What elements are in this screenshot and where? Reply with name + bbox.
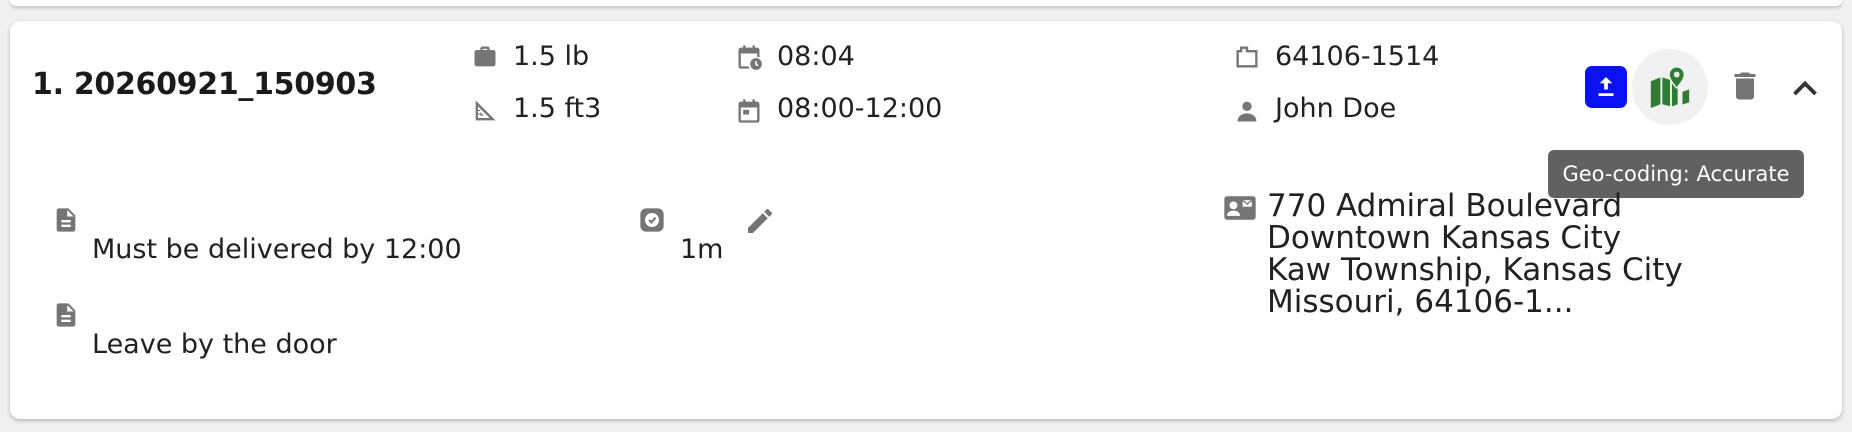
geocoding-map-button[interactable]: [1632, 49, 1708, 125]
clock-check-icon: [638, 206, 666, 234]
address-line: Kaw Township, Kansas City: [1267, 252, 1683, 288]
calendar-icon: [735, 97, 763, 125]
document-icon: [52, 206, 80, 234]
stop-title: 1. 20260921_150903: [32, 67, 377, 102]
stop-address: 770 Admiral Boulevard Downtown Kansas Ci…: [1267, 190, 1683, 318]
map-pin-icon: [1650, 66, 1690, 109]
customer-name: John Doe: [1275, 93, 1397, 124]
address-line: Missouri, 64106-1...: [1267, 284, 1574, 320]
upload-button[interactable]: [1585, 66, 1627, 108]
chevron-up-icon: [1793, 80, 1817, 96]
weight-value: 1.5 lb: [513, 41, 590, 72]
note-text: Leave by the door: [92, 329, 337, 360]
stop-card: 1. 20260921_150903 1.5 lb 1.5 ft3 08:04 …: [10, 21, 1842, 419]
pencil-icon[interactable]: [744, 205, 776, 237]
set-square-icon: [471, 97, 499, 125]
upload-icon: [1598, 77, 1614, 96]
contact-card-icon: [1223, 193, 1257, 223]
address-line: Downtown Kansas City: [1267, 220, 1622, 256]
trash-icon: [1734, 72, 1756, 100]
briefcase-icon: [471, 43, 499, 71]
address-line: 770 Admiral Boulevard: [1267, 188, 1623, 224]
collapse-button[interactable]: [1785, 70, 1825, 106]
eta-value: 08:04: [777, 41, 855, 72]
previous-stop-card: [10, 0, 1842, 6]
mailbox-icon: [1233, 43, 1261, 71]
note-text: Must be delivered by 12:00: [92, 234, 462, 265]
document-icon: [52, 301, 80, 329]
time-window-value: 08:00-12:00: [777, 93, 943, 124]
service-time-value: 1m: [680, 234, 724, 265]
person-icon: [1233, 97, 1261, 125]
postal-code-value: 64106-1514: [1275, 41, 1440, 72]
calendar-clock-icon: [735, 43, 763, 71]
volume-value: 1.5 ft3: [513, 93, 602, 124]
delete-button[interactable]: [1727, 68, 1763, 104]
